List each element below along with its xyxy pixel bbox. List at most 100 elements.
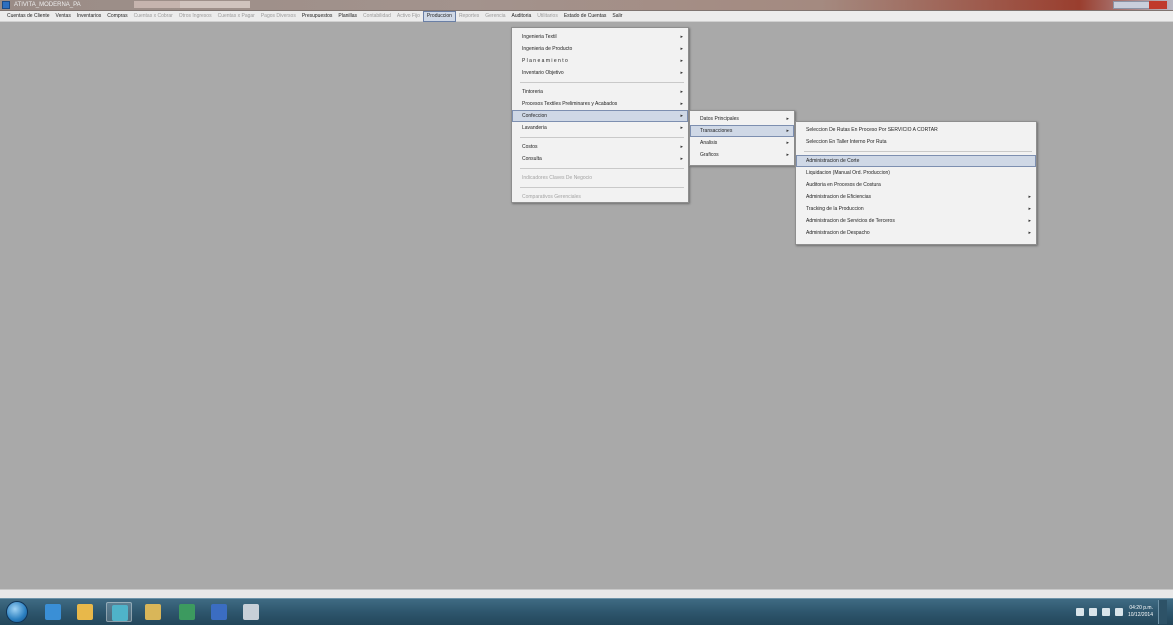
confeccion-item-datos-principales[interactable]: Datos Principales ▸ (690, 113, 794, 125)
folder-icon (145, 604, 161, 620)
menu-item-label: Indicadores Claves De Negocio (522, 175, 593, 181)
submenu-arrow-icon: ▸ (680, 144, 683, 150)
transacciones-item-administracion-de-eficiencias[interactable]: Administracion de Eficiencias ▸ (796, 191, 1036, 203)
menu-separator (804, 151, 1032, 152)
transacciones-item-administracion-de-despacho[interactable]: Administracion de Despacho ▸ (796, 227, 1036, 239)
menu-auditoria[interactable]: Auditoria (509, 11, 535, 22)
menu-otros-ingresos[interactable]: Otros Ingresos (176, 11, 215, 22)
menu-item-label: Costos (522, 144, 538, 150)
menu-estado-de-cuentas[interactable]: Estado de Cuentas (561, 11, 610, 22)
show-desktop-button[interactable] (1158, 600, 1167, 624)
produccion-item-p-l-a-n-e-a-m-i-e-n-t-o[interactable]: P l a n e a m i e n t o ▸ (512, 55, 688, 67)
menu-item-label: Administracion de Servicios de Terceros (806, 218, 895, 224)
menu-item-label: Lavanderia (522, 125, 547, 131)
menu-cuentas-x-pagar[interactable]: Cuentas x Pagar (215, 11, 258, 22)
menu-salir[interactable]: Salir (609, 11, 625, 22)
menu-presupuestos[interactable]: Presupuestos (299, 11, 336, 22)
menu-item-label: Graficos (700, 152, 719, 158)
taskbar-button[interactable] (140, 602, 166, 622)
transacciones-item-tracking-de-la-produccion[interactable]: Tracking de la Produccion ▸ (796, 203, 1036, 215)
produccion-item-procesos-textiles-preliminares-y-acabados[interactable]: Procesos Textiles Preliminares y Acabado… (512, 98, 688, 110)
menu-produccion[interactable]: Produccion (422, 10, 456, 22)
menu-item-label: P l a n e a m i e n t o (522, 58, 568, 64)
menu-cuentas-de-cliente[interactable]: Cuentas de Cliente (4, 11, 53, 22)
submenu-arrow-icon: ▸ (680, 101, 683, 107)
menu-activo-fijo[interactable]: Activo Fijo (394, 11, 423, 22)
menu-item-label: Transacciones (700, 128, 733, 134)
confeccion-item-analisis[interactable]: Analisis ▸ (690, 137, 794, 149)
menu-item-label: Datos Principales (700, 116, 739, 122)
menu-item-label: Seleccion De Rutas En Proceso Por SERVIC… (806, 127, 938, 133)
title-bar: ATIVITA_MODERNA_PA (0, 0, 1173, 11)
system-tray: 04:20 p.m. 10/12/2014 (1075, 599, 1167, 625)
flag-icon[interactable] (1088, 608, 1097, 616)
transacciones-item-seleccion-de-rutas-en-proceso-por-servicio-a-cortar[interactable]: Seleccion De Rutas En Proceso Por SERVIC… (796, 124, 1036, 136)
produccion-item-costos[interactable]: Costos ▸ (512, 141, 688, 153)
taskbar-button[interactable] (72, 602, 98, 622)
submenu-arrow-icon: ▸ (680, 156, 683, 162)
taskbar-button[interactable] (206, 602, 232, 622)
taskbar-button[interactable] (238, 602, 264, 622)
submenu-arrow-icon: ▸ (680, 34, 683, 40)
menu-separator (520, 168, 684, 169)
menu-cuentas-x-cobrar[interactable]: Cuentas x Cobrar (131, 11, 176, 22)
menu-separator (520, 137, 684, 138)
clock-date: 10/12/2014 (1127, 612, 1153, 618)
menu-item-label: Confeccion (522, 113, 548, 119)
status-bar (0, 589, 1173, 598)
menu-item-label: Tracking de la Produccion (806, 206, 864, 212)
submenu-arrow-icon: ▸ (1028, 194, 1031, 200)
produccion-item-tintoreria[interactable]: Tintoreria ▸ (512, 86, 688, 98)
menu-gerencia[interactable]: Gerencia (482, 11, 508, 22)
submenu-arrow-icon: ▸ (680, 70, 683, 76)
transacciones-item-seleccion-en-taller-interno-por-ruta[interactable]: Seleccion En Taller Interno Por Ruta (796, 136, 1036, 148)
produccion-item-ingenieria-textil[interactable]: Ingenieria Textil ▸ (512, 31, 688, 43)
produccion-item-indicadores-claves-de-negocio[interactable]: Indicadores Claves De Negocio (512, 172, 688, 184)
submenu-arrow-icon: ▸ (786, 128, 789, 134)
menu-planillas[interactable]: Planillas (335, 11, 360, 22)
menu-item-label: Liquidacion (Manual Ord. Produccion) (806, 170, 890, 176)
produccion-item-inventario-objetivo[interactable]: Inventario Objetivo ▸ (512, 67, 688, 79)
menu-separator (520, 82, 684, 83)
menu-ventas[interactable]: Ventas (53, 11, 74, 22)
menu-inventarios[interactable]: Inventarios (74, 11, 104, 22)
submenu-arrow-icon: ▸ (680, 58, 683, 64)
produccion-item-lavanderia[interactable]: Lavanderia ▸ (512, 122, 688, 134)
produccion-item-ingenieria-de-producto[interactable]: Ingenieria de Producto ▸ (512, 43, 688, 55)
clock[interactable]: 04:20 p.m. 10/12/2014 (1128, 605, 1153, 619)
submenu-arrow-icon: ▸ (786, 152, 789, 158)
menu-compras[interactable]: Compras (104, 11, 130, 22)
menu-item-label: Tintoreria (522, 89, 543, 95)
menu-item-label: Administracion de Eficiencias (806, 194, 872, 200)
transacciones-item-administracion-de-servicios-de-terceros[interactable]: Administracion de Servicios de Terceros ▸ (796, 215, 1036, 227)
transacciones-item-administracion-de-corte[interactable]: Administracion de Corte (796, 155, 1036, 167)
language-icon[interactable] (1075, 608, 1084, 616)
produccion-item-consulta[interactable]: Consulta ▸ (512, 153, 688, 165)
taskbar-button[interactable] (40, 602, 66, 622)
confeccion-item-graficos[interactable]: Graficos ▸ (690, 149, 794, 161)
menu-reportes[interactable]: Reportes (456, 11, 482, 22)
menu-item-label: Ingenieria de Producto (522, 46, 573, 52)
excel-icon (179, 604, 195, 620)
produccion-item-comparativos-gerenciales[interactable]: Comparativos Gerenciales (512, 191, 688, 203)
app-icon (112, 605, 128, 621)
transacciones-item-liquidacion-manual-ord-produccion[interactable]: Liquidacion (Manual Ord. Produccion) (796, 167, 1036, 179)
transacciones-item-auditoria-en-procesos-de-costura[interactable]: Auditoria en Procesos de Costura (796, 179, 1036, 191)
close-button[interactable] (1149, 1, 1167, 9)
start-button[interactable] (6, 601, 28, 623)
submenu-arrow-icon: ▸ (786, 140, 789, 146)
menu-item-label: Seleccion En Taller Interno Por Ruta (806, 139, 887, 145)
explorer-icon (77, 604, 93, 620)
network-icon[interactable] (1101, 608, 1110, 616)
tool-icon (243, 604, 259, 620)
produccion-item-confeccion[interactable]: Confeccion ▸ (512, 110, 688, 122)
confeccion-item-transacciones[interactable]: Transacciones ▸ (690, 125, 794, 137)
menu-pagos-diversos[interactable]: Pagos Diversos (258, 11, 299, 22)
taskbar-button[interactable] (106, 602, 132, 622)
taskbar: 04:20 p.m. 10/12/2014 (0, 598, 1173, 625)
menu-contabilidad[interactable]: Contabilidad (360, 11, 394, 22)
taskbar-button[interactable] (174, 602, 200, 622)
volume-icon[interactable] (1114, 608, 1123, 616)
menu-utilitarios[interactable]: Utilitarios (534, 11, 561, 22)
word-icon (211, 604, 227, 620)
